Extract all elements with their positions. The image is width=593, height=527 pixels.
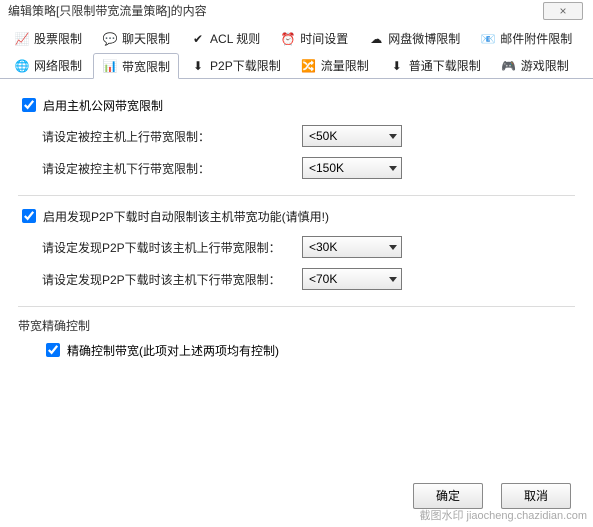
title-bar: 编辑策略[只限制带宽流量策略]的内容 × — [0, 0, 593, 22]
precise-group-label: 带宽精确控制 — [18, 317, 575, 334]
precise-bandwidth-label: 精确控制带宽(此项对上述两项均有控制) — [67, 342, 279, 359]
window-close-button[interactable]: × — [543, 2, 583, 20]
precise-bandwidth-checkbox[interactable] — [46, 343, 60, 357]
tab-panel-bandwidth: 启用主机公网带宽限制 请设定被控主机上行带宽限制： <50K 请设定被控主机下行… — [0, 79, 593, 376]
p2p-up-limit-label: 请设定发现P2P下载时该主机上行带宽限制： — [42, 239, 302, 256]
window-title: 编辑策略[只限制带宽流量策略]的内容 — [8, 4, 207, 18]
up-limit-label: 请设定被控主机上行带宽限制： — [42, 128, 302, 145]
tab-label: 游戏限制 — [521, 57, 569, 74]
chevron-down-icon — [389, 166, 397, 171]
p2p-up-limit-value: <30K — [309, 240, 337, 254]
game-icon: 🎮 — [501, 58, 517, 74]
tab-label: 时间设置 — [300, 30, 348, 47]
tab-bandwidth[interactable]: 📊 带宽限制 — [93, 53, 179, 79]
tab-p2p[interactable]: ⬇ P2P下载限制 — [181, 53, 290, 78]
p2p-down-limit-value: <70K — [309, 272, 337, 286]
down-limit-value: <150K — [309, 161, 344, 175]
enable-p2p-limit-checkbox[interactable] — [22, 209, 36, 223]
tab-game[interactable]: 🎮 游戏限制 — [492, 53, 578, 78]
up-limit-value: <50K — [309, 129, 337, 143]
chat-icon: 💬 — [102, 31, 118, 47]
tab-label: ACL 规则 — [210, 30, 260, 47]
up-limit-dropdown[interactable]: <50K — [302, 125, 402, 147]
cancel-button[interactable]: 取消 — [501, 483, 571, 509]
p2p-up-limit-dropdown[interactable]: <30K — [302, 236, 402, 258]
traffic-icon: 🔀 — [301, 58, 317, 74]
tab-mail[interactable]: 📧 邮件附件限制 — [471, 26, 581, 51]
divider — [18, 195, 575, 196]
tab-label: 普通下载限制 — [409, 57, 481, 74]
tab-cloud[interactable]: ☁ 网盘微博限制 — [359, 26, 469, 51]
tab-label: 聊天限制 — [122, 30, 170, 47]
tab-chat[interactable]: 💬 聊天限制 — [93, 26, 179, 51]
cloud-icon: ☁ — [368, 31, 384, 47]
tab-acl[interactable]: ✔ ACL 规则 — [181, 26, 269, 51]
chevron-down-icon — [389, 277, 397, 282]
enable-bandwidth-label: 启用主机公网带宽限制 — [43, 97, 163, 114]
down-limit-label: 请设定被控主机下行带宽限制： — [42, 160, 302, 177]
tab-traffic[interactable]: 🔀 流量限制 — [292, 53, 378, 78]
chevron-down-icon — [389, 134, 397, 139]
mail-icon: 📧 — [480, 31, 496, 47]
cancel-button-label: 取消 — [524, 489, 548, 503]
down-limit-dropdown[interactable]: <150K — [302, 157, 402, 179]
tab-download[interactable]: ⬇ 普通下载限制 — [380, 53, 490, 78]
tab-label: 网络限制 — [34, 57, 82, 74]
tab-time[interactable]: ⏰ 时间设置 — [271, 26, 357, 51]
tab-strip: 📈 股票限制 💬 聊天限制 ✔ ACL 规则 ⏰ 时间设置 ☁ 网盘微博限制 📧… — [0, 22, 593, 79]
watermark-text: 截图水印 jiaocheng.chazidian.com — [419, 507, 587, 523]
download2-icon: ⬇ — [389, 58, 405, 74]
clock-icon: ⏰ — [280, 31, 296, 47]
tab-label: 邮件附件限制 — [500, 30, 572, 47]
tab-label: P2P下载限制 — [210, 57, 281, 74]
close-icon: × — [559, 4, 566, 18]
chevron-down-icon — [389, 245, 397, 250]
download-icon: ⬇ — [190, 58, 206, 74]
ok-button[interactable]: 确定 — [413, 483, 483, 509]
p2p-down-limit-dropdown[interactable]: <70K — [302, 268, 402, 290]
tab-label: 网盘微博限制 — [388, 30, 460, 47]
tab-label: 股票限制 — [34, 30, 82, 47]
tab-label: 流量限制 — [321, 57, 369, 74]
check-icon: ✔ — [190, 31, 206, 47]
tab-network[interactable]: 🌐 网络限制 — [5, 53, 91, 78]
tab-stocks[interactable]: 📈 股票限制 — [5, 26, 91, 51]
ok-button-label: 确定 — [436, 489, 460, 503]
p2p-down-limit-label: 请设定发现P2P下载时该主机下行带宽限制： — [42, 271, 302, 288]
dialog-buttons: 确定 取消 — [413, 483, 571, 509]
bars-icon: 📊 — [102, 58, 118, 74]
chart-icon: 📈 — [14, 31, 30, 47]
tab-label: 带宽限制 — [122, 58, 170, 75]
divider — [18, 306, 575, 307]
enable-p2p-limit-label: 启用发现P2P下载时自动限制该主机带宽功能(请慎用!) — [43, 208, 329, 225]
globe-icon: 🌐 — [14, 58, 30, 74]
enable-bandwidth-checkbox[interactable] — [22, 98, 36, 112]
